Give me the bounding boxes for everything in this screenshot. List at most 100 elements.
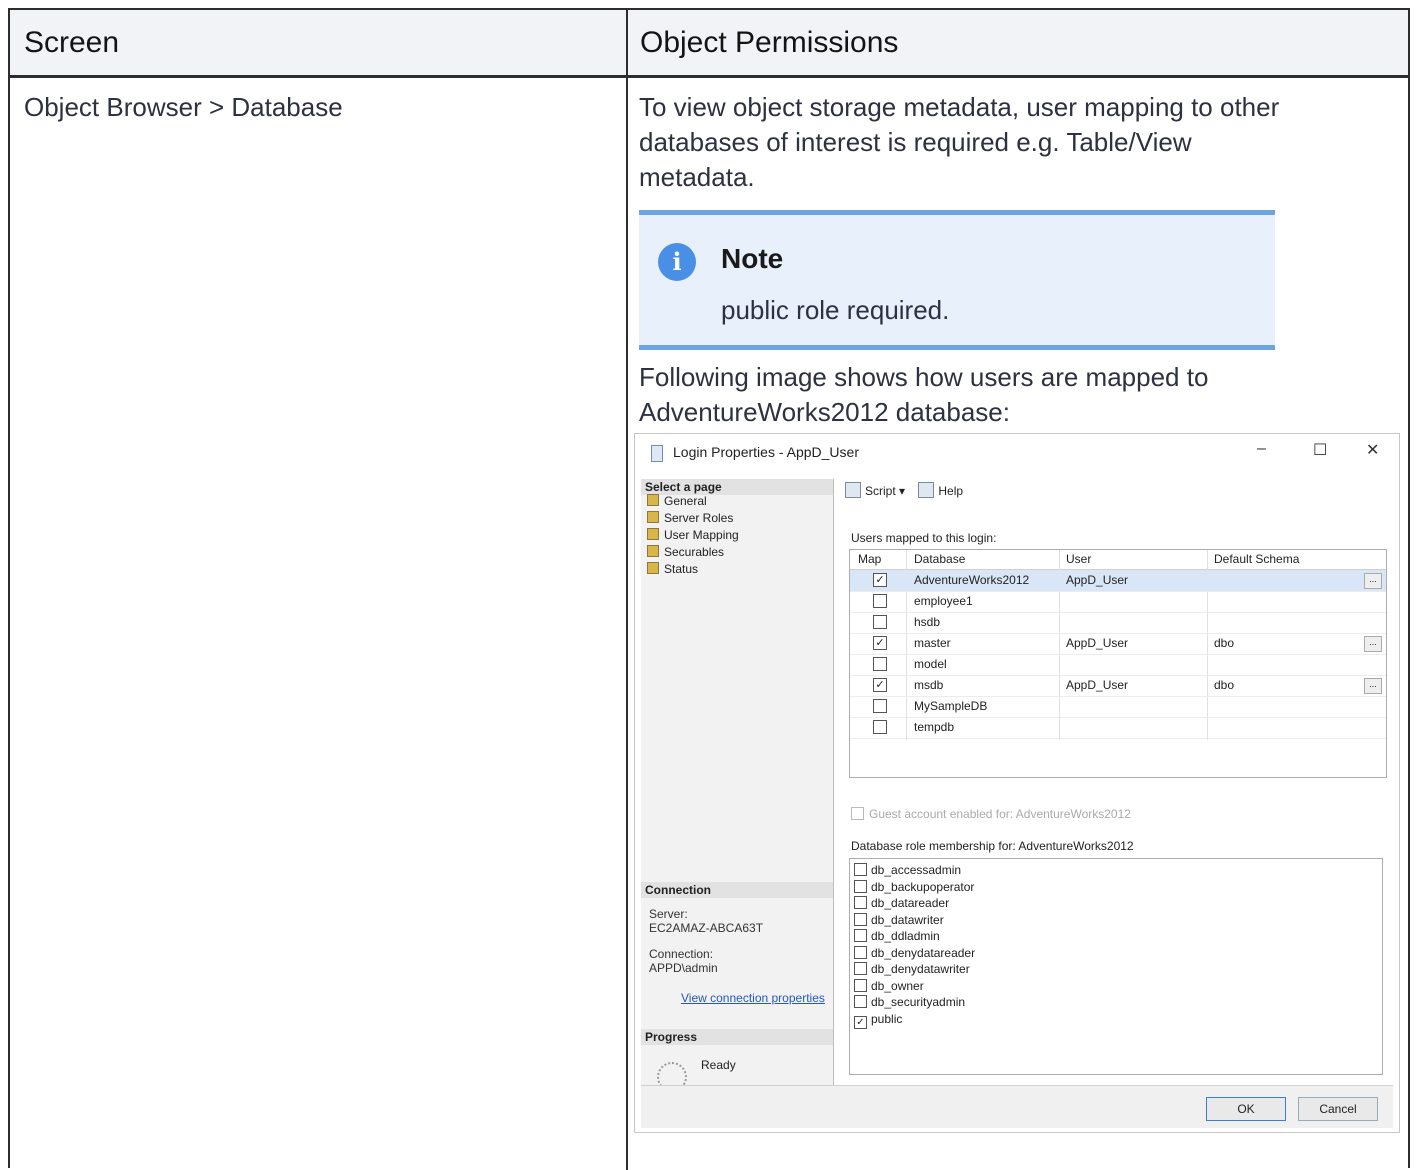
intro-line-3: metadata. [639,162,755,192]
cell-user: AppD_User [1066,678,1129,692]
page-item-general[interactable]: General [647,493,707,509]
role-item[interactable]: db_datareader [854,896,949,912]
role-item[interactable]: db_datawriter [854,912,944,929]
role-membership-list: db_accessadmin db_backupoperator db_datare… [849,858,1383,1075]
role-membership-label: Database role membership for: AdventureW… [851,839,1134,853]
role-item[interactable]: db_accessadmin [854,863,961,879]
role-name: db_datareader [871,896,950,910]
close-icon[interactable]: ✕ [1366,440,1379,460]
cell-user: AppD_User [1066,573,1129,587]
checkbox-icon[interactable] [854,962,867,975]
wrench-icon [647,528,659,540]
cancel-button[interactable]: Cancel [1298,1097,1378,1121]
checkbox-icon[interactable] [854,863,867,876]
table-row[interactable]: employee1 [850,591,1386,613]
progress-status: Ready [701,1058,736,1072]
checkbox-icon[interactable] [854,896,867,909]
table-row[interactable]: ✓ master AppD_User dbo... [850,633,1386,655]
dialog-title: Login Properties - AppD_User [673,444,859,460]
header-object-permissions: Object Permissions [640,26,899,59]
dialog-footer: OK Cancel [641,1085,1393,1128]
server-value: EC2AMAZ-ABCA63T [649,921,764,935]
table-row[interactable]: model [850,654,1386,676]
intro-line-2: databases of interest is required e.g. T… [639,127,1192,157]
role-name: db_datawriter [871,912,944,927]
checkbox-icon[interactable] [873,657,887,671]
checkbox-icon[interactable] [873,594,887,608]
col-default-schema: Default Schema [1214,552,1300,566]
server-label: Server: [649,907,688,921]
table-row[interactable]: MySampleDB [850,696,1386,718]
role-item[interactable]: db_backupoperator [854,879,975,896]
checkbox-icon[interactable] [854,978,867,992]
following-line-1: Following image shows how users are mapp… [639,362,1209,392]
script-button[interactable]: Script ▾ [845,482,905,498]
view-connection-properties-link[interactable]: View connection properties [681,991,825,1005]
checkbox-icon[interactable] [854,945,867,959]
ok-button[interactable]: OK [1206,1097,1286,1121]
schema-browse-button[interactable]: ... [1364,636,1382,652]
role-item[interactable]: db_securityadmin [854,995,965,1011]
checkbox-icon[interactable] [854,929,867,942]
schema-browse-button[interactable]: ... [1364,573,1382,589]
login-properties-dialog-image: Login Properties - AppD_User – ☐ ✕ Selec… [634,433,1400,1133]
table-row[interactable]: hsdb [850,612,1386,634]
user-mapping-grid: Map Database User Default Schema ✓ Advent… [849,549,1387,778]
cell-database: tempdb [914,720,955,734]
role-name: db_denydatawriter [871,962,970,976]
users-mapped-label: Users mapped to this login: [851,531,997,545]
help-button[interactable]: Help [918,482,963,498]
maximize-icon[interactable]: ☐ [1313,440,1327,460]
note-text: public role required. [721,295,950,325]
connection-label: Connection: [649,947,714,961]
checkbox-icon[interactable] [854,879,867,893]
checkbox-icon[interactable] [854,995,867,1008]
cell-database: employee1 [914,594,973,608]
page-item-status[interactable]: Status [647,561,698,577]
table-row[interactable]: ✓ AdventureWorks2012 AppD_User... [850,570,1386,592]
checkbox-icon[interactable] [854,912,867,926]
role-item[interactable]: ✓ public [854,1011,903,1029]
wrench-icon [647,511,659,523]
cell-database: AdventureWorks2012 [914,573,1030,587]
page-item-server-roles[interactable]: Server Roles [647,510,733,526]
minimize-icon[interactable]: – [1257,440,1266,458]
role-name: db_owner [871,978,924,993]
table-header-row: Screen Object Permissions [10,10,1408,78]
checkbox-icon[interactable] [873,615,887,629]
col-database: Database [914,552,966,566]
grid-header: Map Database User Default Schema [850,550,1386,570]
app-icon [651,445,663,462]
info-icon: i [658,243,696,281]
role-item[interactable]: db_owner [854,978,924,995]
page-item-securables[interactable]: Securables [647,544,724,560]
page-item-user-mapping[interactable]: User Mapping [647,527,739,543]
following-line-2: AdventureWorks2012 database: [639,397,1010,427]
help-icon [918,482,935,498]
checked-checkbox-icon[interactable]: ✓ [873,636,887,650]
cell-database: model [914,657,947,671]
connection-value: APPD\admin [649,961,718,975]
guest-account-checkbox: Guest account enabled for: AdventureWork… [851,807,1131,821]
checkbox-icon[interactable] [873,699,887,713]
schema-browse-button[interactable]: ... [1364,678,1382,694]
role-name: public [871,1011,903,1026]
role-item[interactable]: db_ddladmin [854,929,940,945]
table-row[interactable]: ✓ msdb AppD_User dbo... [850,675,1386,697]
checkbox-icon[interactable] [873,720,887,734]
header-screen: Screen [24,26,120,59]
role-name: db_accessadmin [871,863,962,877]
role-name: db_ddladmin [871,929,940,943]
table-row[interactable]: tempdb [850,717,1386,739]
intro-line-1: To view object storage metadata, user ma… [639,92,1280,122]
role-name: db_backupoperator [871,879,975,894]
cell-schema: dbo [1214,678,1235,692]
role-item[interactable]: db_denydatawriter [854,962,970,978]
role-item[interactable]: db_denydatareader [854,945,975,962]
checked-checkbox-icon[interactable]: ✓ [873,573,887,587]
connection-heading: Connection [641,882,833,898]
checked-checkbox-icon[interactable]: ✓ [854,1015,867,1029]
checked-checkbox-icon[interactable]: ✓ [873,678,887,692]
note-title: Note [721,243,784,274]
col-user: User [1066,552,1092,566]
